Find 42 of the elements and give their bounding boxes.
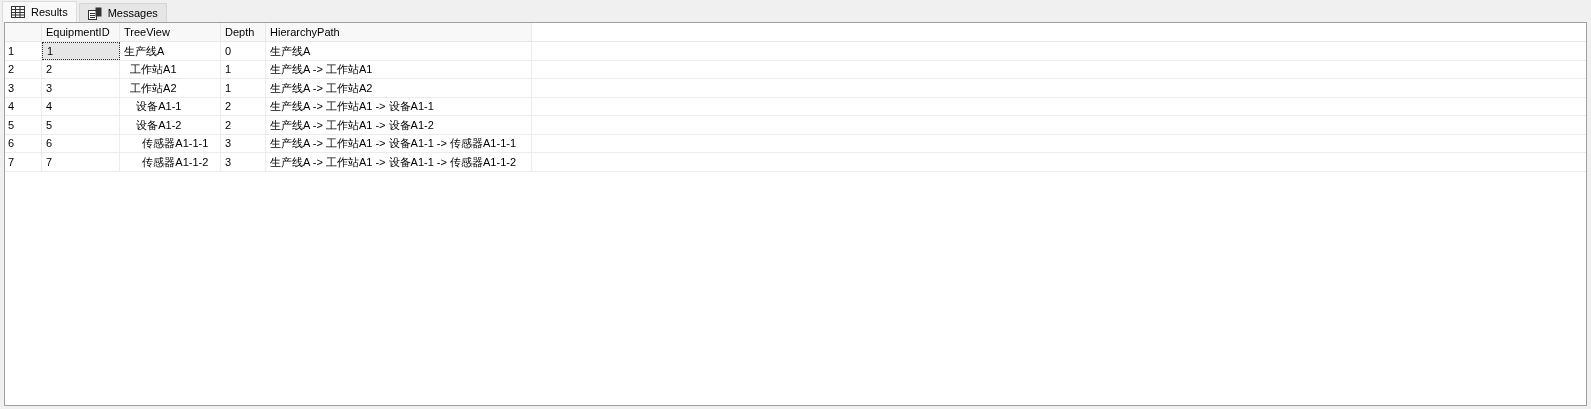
row-number: 2 [5,60,42,78]
table-cell: 2 [221,116,266,134]
table-cell: 生产线A -> 工作站A1 -> 设备A1-1 -> 传感器A1-1-2 [266,153,532,171]
column-header[interactable]: HierarchyPath [266,23,532,41]
table-cell: 生产线A -> 工作站A1 -> 设备A1-1 -> 传感器A1-1-1 [266,134,532,152]
tab[interactable]: Messages [78,3,167,22]
table-cell: 1 [221,60,266,78]
table-cell: 设备A1-1 [120,97,221,115]
row-number: 6 [5,134,42,152]
row-number: 3 [5,79,42,97]
tab[interactable]: Results [2,1,77,22]
table-cell: 1 [221,79,266,97]
table-cell: 1 [42,42,120,60]
table-cell: 2 [221,97,266,115]
table-cell: 0 [221,42,266,60]
table-cell: 传感器A1-1-1 [120,134,221,152]
table-cell: 生产线A [266,42,532,60]
column-header[interactable]: Depth [221,23,266,41]
table-cell: 3 [221,153,266,171]
table-cell: 4 [42,97,120,115]
table-cell: 5 [42,116,120,134]
grid-icon [11,6,25,18]
table-cell: 传感器A1-1-2 [120,153,221,171]
table-cell: 生产线A [120,42,221,60]
table-cell: 3 [221,134,266,152]
row-number: 5 [5,116,42,134]
table-cell: 设备A1-2 [120,116,221,134]
column-header[interactable]: EquipmentID [42,23,120,41]
table-cell: 工作站A2 [120,79,221,97]
column-header[interactable]: TreeView [120,23,221,41]
table-cell: 7 [42,153,120,171]
row-number: 4 [5,97,42,115]
table-cell: 生产线A -> 工作站A1 -> 设备A1-2 [266,116,532,134]
table-cell: 3 [42,79,120,97]
table-cell: 生产线A -> 工作站A1 -> 设备A1-1 [266,97,532,115]
row-number: 7 [5,153,42,171]
table-cell: 2 [42,60,120,78]
table-cell: 生产线A -> 工作站A2 [266,79,532,97]
document-icon [87,6,102,20]
table-cell: 生产线A -> 工作站A1 [266,60,532,78]
table-cell: 工作站A1 [120,60,221,78]
table-cell: 6 [42,134,120,152]
